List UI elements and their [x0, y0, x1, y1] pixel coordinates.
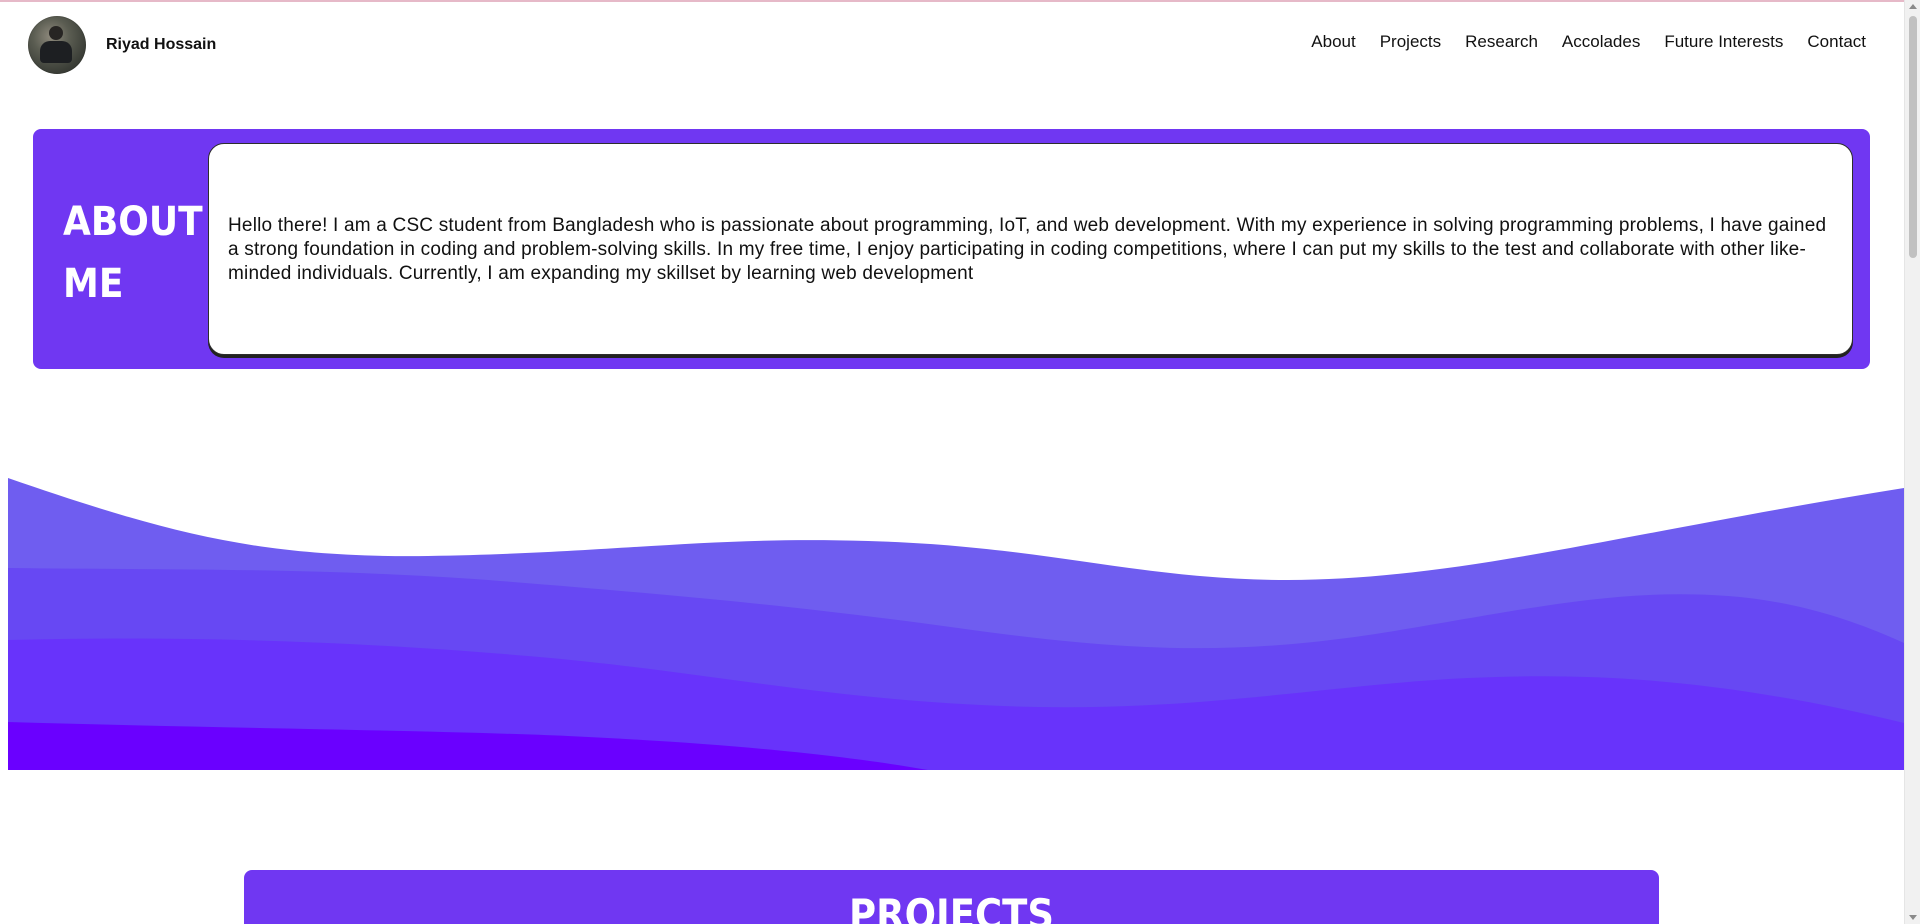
main-nav: About Projects Research Accolades Future…: [1311, 32, 1866, 52]
avatar: [28, 16, 86, 74]
nav-future-interests[interactable]: Future Interests: [1664, 32, 1783, 52]
about-section: ABOUT ME Hello there! I am a CSC student…: [33, 129, 1870, 369]
projects-title: PROJECTS: [849, 890, 1054, 924]
nav-accolades[interactable]: Accolades: [1562, 32, 1640, 52]
page: Riyad Hossain About Projects Research Ac…: [0, 0, 1904, 924]
about-text: Hello there! I am a CSC student from Ban…: [228, 215, 1827, 284]
scrollbar-thumb[interactable]: [1909, 16, 1917, 258]
scroll-down-icon[interactable]: [1909, 915, 1917, 920]
nav-about[interactable]: About: [1311, 32, 1355, 52]
site-header: Riyad Hossain About Projects Research Ac…: [0, 2, 1904, 86]
nav-contact[interactable]: Contact: [1807, 32, 1866, 52]
vertical-scrollbar[interactable]: [1904, 0, 1920, 924]
nav-research[interactable]: Research: [1465, 32, 1538, 52]
scroll-up-icon[interactable]: [1909, 4, 1917, 9]
brand[interactable]: Riyad Hossain: [28, 16, 216, 74]
projects-section: PROJECTS: [244, 870, 1659, 924]
about-text-card: Hello there! I am a CSC student from Ban…: [208, 143, 1853, 355]
wave-decoration: [8, 478, 1904, 770]
about-title-line-2: ME: [63, 261, 124, 307]
about-title-line-1: ABOUT: [63, 199, 203, 245]
brand-name: Riyad Hossain: [106, 36, 217, 53]
nav-projects[interactable]: Projects: [1380, 32, 1441, 52]
about-title: ABOUT ME: [63, 191, 203, 315]
